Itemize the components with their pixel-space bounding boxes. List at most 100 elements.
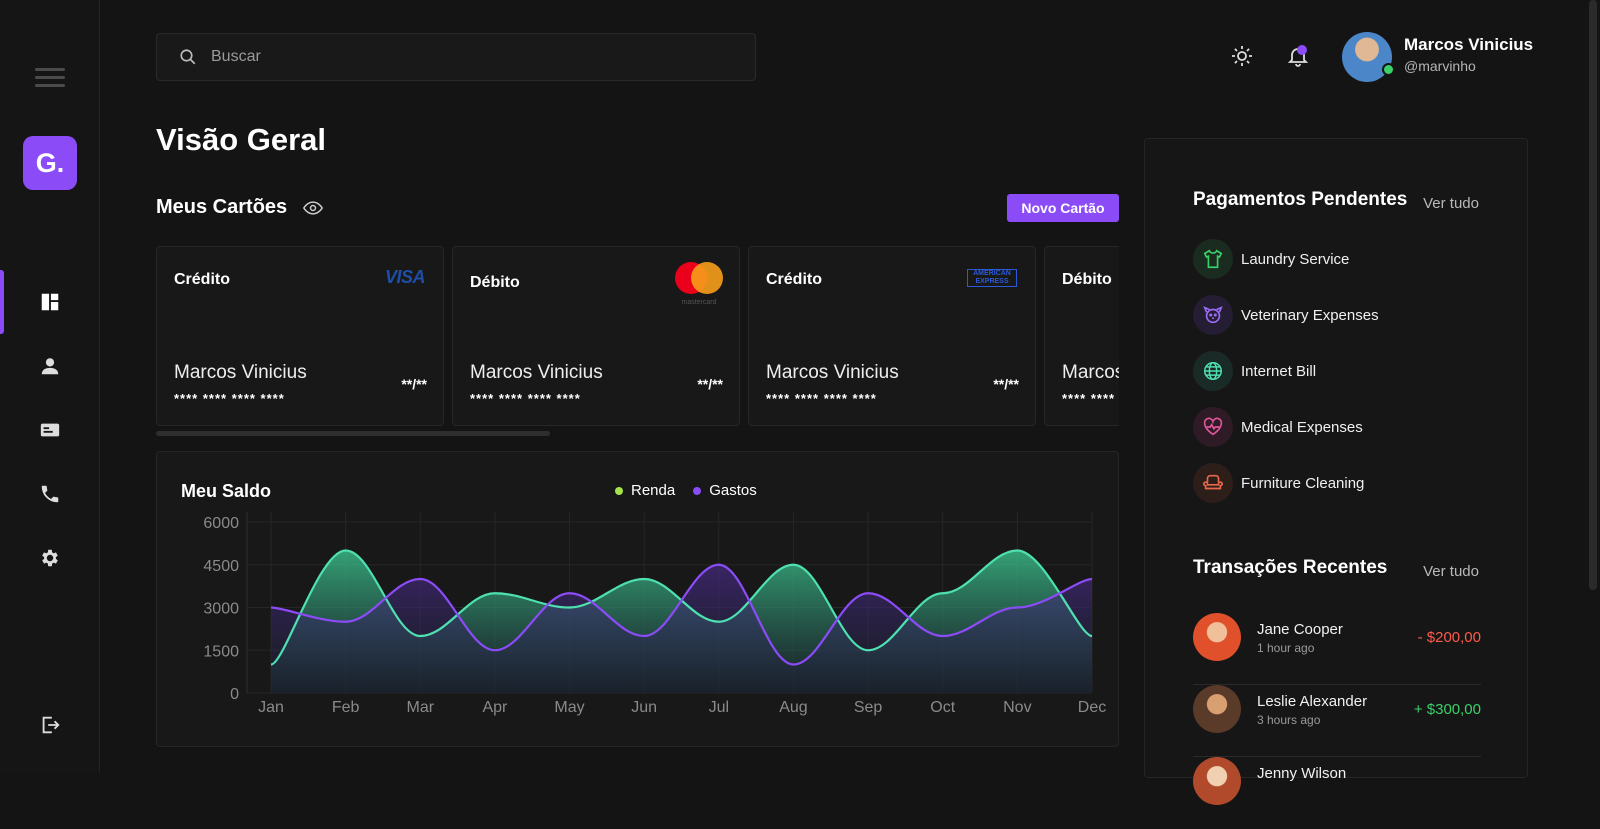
- transaction-row[interactable]: Jenny Wilson: [1193, 757, 1481, 829]
- y-tick-label: 6000: [203, 515, 239, 532]
- card-number: **** **** **** ****: [766, 391, 877, 406]
- card-item[interactable]: Crédito AMERICAN EXPRESS Marcos Vinicius…: [748, 246, 1036, 426]
- card-type: Débito: [1062, 271, 1112, 288]
- x-tick-label: Jul: [709, 699, 729, 716]
- chart-legend: Renda Gastos: [615, 482, 757, 499]
- mastercard-logo-text: mastercard: [681, 299, 717, 306]
- page-scrollbar[interactable]: [1589, 0, 1597, 590]
- cards-scrollbar[interactable]: [156, 431, 550, 436]
- legend-label-income: Renda: [631, 482, 676, 499]
- y-tick-label: 3000: [203, 601, 239, 618]
- pay-icon-wrap: [1193, 463, 1233, 503]
- pending-item[interactable]: Furniture Cleaning: [1193, 463, 1364, 503]
- nav-dashboard[interactable]: [0, 270, 100, 334]
- legend-dot-expense: [693, 486, 702, 495]
- user-name: Marcos Vinicius: [1404, 35, 1534, 54]
- x-tick-label: Jun: [631, 699, 657, 716]
- card-expiry: **/**: [697, 376, 723, 392]
- card-holder: Marcos Vinicius: [470, 362, 603, 383]
- amex-logo: AMERICAN EXPRESS: [967, 269, 1017, 287]
- legend-item-expense[interactable]: Gastos: [693, 482, 757, 499]
- phone-icon: [41, 485, 59, 503]
- transaction-avatar: [1193, 613, 1241, 661]
- pending-item-label: Internet Bill: [1241, 362, 1317, 380]
- transaction-amount: - $200,00: [1417, 629, 1481, 646]
- chart-title: Meu Saldo: [181, 481, 272, 501]
- x-tick-label: Aug: [779, 699, 807, 716]
- hamburger-menu-icon[interactable]: [35, 68, 65, 90]
- sidebar: G.: [0, 0, 100, 773]
- user-handle: @marvinho: [1404, 58, 1476, 74]
- x-tick-label: Sep: [854, 699, 883, 716]
- x-tick-label: Mar: [406, 699, 434, 716]
- user-icon: [41, 358, 59, 375]
- card-item[interactable]: Crédito VISA Marcos Vinicius **** **** *…: [156, 246, 444, 426]
- right-panel: Pagamentos Pendentes Ver tudo Laundry Se…: [1144, 138, 1528, 805]
- y-tick-label: 0: [230, 686, 239, 703]
- nav-cards[interactable]: [0, 398, 100, 462]
- search-icon: [180, 49, 196, 65]
- transaction-row[interactable]: Leslie Alexander 3 hours ago + $300,00: [1193, 685, 1481, 757]
- x-tick-label: Jan: [258, 699, 284, 716]
- card-expiry: **/**: [993, 376, 1019, 392]
- app-logo: G.: [23, 136, 77, 190]
- page-title: Visão Geral: [156, 122, 327, 157]
- y-tick-label: 1500: [203, 643, 239, 660]
- nav-settings[interactable]: [0, 526, 100, 590]
- pending-see-all-link[interactable]: Ver tudo: [1423, 195, 1479, 212]
- transaction-time: 1 hour ago: [1257, 641, 1315, 655]
- sofa-icon: [1203, 474, 1223, 490]
- mastercard-logo: mastercard: [673, 261, 725, 306]
- card-type: Crédito: [174, 271, 230, 288]
- pay-icon-wrap: [1193, 407, 1233, 447]
- pay-icon-wrap: [1193, 239, 1233, 279]
- cards-carousel[interactable]: Crédito VISA Marcos Vinicius **** **** *…: [156, 246, 1119, 426]
- online-status-indicator: [1382, 63, 1395, 76]
- visa-logo: VISA: [385, 267, 426, 288]
- dashboard-icon: [41, 293, 59, 311]
- search-input[interactable]: [211, 48, 711, 66]
- recent-transactions-title: Transações Recentes: [1193, 557, 1388, 578]
- pending-item-label: Furniture Cleaning: [1241, 474, 1365, 492]
- transaction-name: Jenny Wilson: [1257, 765, 1347, 782]
- pending-item[interactable]: Veterinary Expenses: [1193, 295, 1379, 335]
- transactions-see-all-link[interactable]: Ver tudo: [1423, 563, 1479, 580]
- card-holder: Marcos Vinicius: [766, 362, 899, 383]
- pay-icon-wrap: [1193, 295, 1233, 335]
- transaction-row[interactable]: Jane Cooper 1 hour ago - $200,00: [1193, 613, 1481, 685]
- cards-section-title: Meus Cartões: [156, 196, 288, 218]
- x-tick-label: Oct: [930, 699, 955, 716]
- x-tick-label: May: [554, 699, 584, 716]
- card-type: Crédito: [766, 271, 822, 288]
- pending-item[interactable]: Internet Bill: [1193, 351, 1316, 391]
- legend-item-income[interactable]: Renda: [615, 482, 675, 499]
- pending-item-label: Medical Expenses: [1241, 418, 1363, 436]
- new-card-button[interactable]: Novo Cartão: [1007, 194, 1119, 222]
- card-expiry: **/**: [401, 376, 427, 392]
- card-item[interactable]: Débito mastercard Marcos Vinicius **** *…: [452, 246, 740, 426]
- sun-icon[interactable]: [1230, 44, 1254, 68]
- transaction-time: 3 hours ago: [1257, 713, 1321, 727]
- search-bar[interactable]: [156, 33, 756, 81]
- transaction-avatar: [1193, 757, 1241, 805]
- nav-contact[interactable]: [0, 462, 100, 526]
- pending-item-label: Laundry Service: [1241, 250, 1350, 268]
- card-holder: Marcos Vinicius: [174, 362, 307, 383]
- card-number: **** **** **** ****: [470, 391, 581, 406]
- eye-icon[interactable]: [303, 200, 323, 216]
- nav-logout[interactable]: [0, 693, 100, 757]
- logout-icon: [42, 716, 60, 734]
- pay-icon-wrap: [1193, 351, 1233, 391]
- card-type: Débito: [470, 274, 520, 291]
- amex-logo-text: AMERICAN EXPRESS: [973, 270, 1011, 285]
- transaction-name: Jane Cooper: [1257, 621, 1343, 638]
- pending-item[interactable]: Medical Expenses: [1193, 407, 1363, 447]
- card-item[interactable]: Débito Marcos Vinicius **** **** **** **…: [1044, 246, 1119, 426]
- pending-item[interactable]: Laundry Service: [1193, 239, 1349, 279]
- legend-label-expense: Gastos: [709, 482, 757, 499]
- y-tick-label: 4500: [203, 558, 239, 575]
- nav-profile[interactable]: [0, 334, 100, 398]
- transaction-avatar: [1193, 685, 1241, 733]
- card-icon: [40, 423, 60, 437]
- transaction-name: Leslie Alexander: [1257, 693, 1368, 710]
